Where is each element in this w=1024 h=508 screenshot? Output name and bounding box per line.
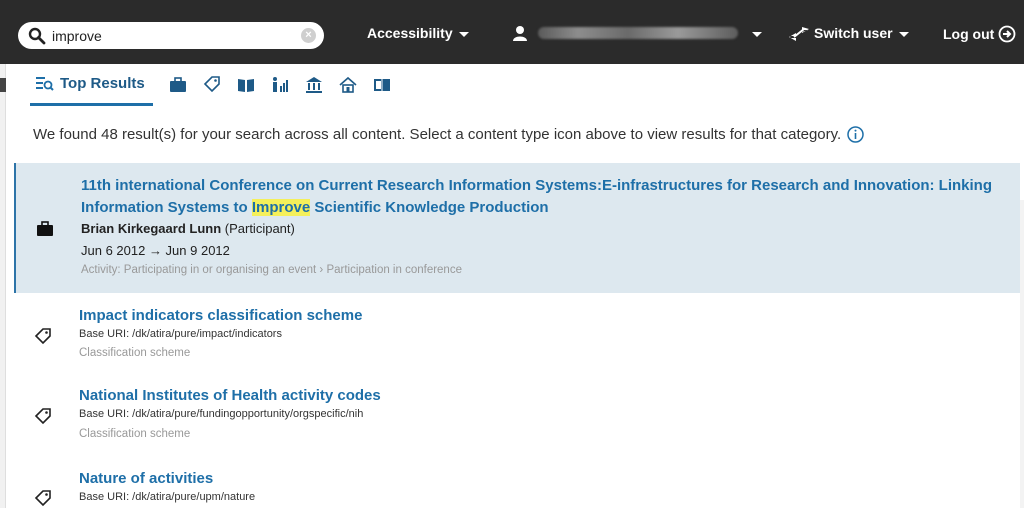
- person-chart-icon[interactable]: [271, 76, 289, 94]
- result-item[interactable]: Impact indicators classification scheme …: [14, 293, 1020, 373]
- log-out-button[interactable]: Log out: [943, 25, 1016, 43]
- result-type: Activity: Participating in or organising…: [81, 264, 462, 276]
- result-person: Brian Kirkegaard Lunn (Participant): [81, 221, 295, 236]
- left-edge-strip: [0, 64, 6, 508]
- search-box[interactable]: ×: [18, 22, 324, 49]
- person-role: (Participant): [224, 221, 295, 236]
- result-type: Classification scheme: [79, 428, 191, 440]
- book-icon[interactable]: [237, 76, 255, 94]
- user-menu[interactable]: [512, 25, 762, 41]
- result-dates: Jun 6 2012 → Jun 9 2012: [81, 243, 230, 258]
- scrollbar-track[interactable]: [1020, 200, 1024, 508]
- chevron-down-icon: [458, 32, 469, 37]
- open-book-icon[interactable]: [373, 76, 391, 94]
- list-search-icon: [36, 76, 54, 91]
- tag-icon: [34, 328, 51, 345]
- chevron-down-icon: [752, 32, 762, 37]
- user-icon: [513, 26, 527, 41]
- info-icon[interactable]: [847, 126, 864, 143]
- accessibility-label: Accessibility: [367, 25, 453, 41]
- result-title[interactable]: Nature of activities: [79, 468, 213, 490]
- switch-arrows-icon: [789, 27, 809, 41]
- result-uri: Base URI: /dk/atira/pure/upm/nature: [79, 491, 256, 503]
- logout-arrow-icon: [998, 25, 1016, 43]
- institution-icon[interactable]: [305, 76, 323, 94]
- result-title-line2-rest: Scientific Knowledge Production: [310, 199, 549, 216]
- search-input[interactable]: [52, 27, 282, 44]
- search-highlight: Improve: [251, 199, 311, 216]
- result-item[interactable]: Nature of activities Base URI: /dk/atira…: [14, 457, 1020, 508]
- home-icon[interactable]: [339, 76, 357, 94]
- search-icon[interactable]: [28, 27, 46, 45]
- result-uri: Base URI: /dk/atira/pure/fundingopportun…: [79, 408, 364, 420]
- result-item[interactable]: 11th international Conference on Current…: [14, 163, 1020, 293]
- tag-icon[interactable]: [203, 76, 221, 94]
- result-title[interactable]: Impact indicators classification scheme: [79, 305, 362, 327]
- switch-user-menu[interactable]: Switch user: [788, 25, 909, 41]
- clear-search-button[interactable]: ×: [301, 28, 316, 43]
- search-summary: We found 48 result(s) for your search ac…: [33, 126, 864, 143]
- tab-top-results[interactable]: Top Results: [30, 64, 153, 106]
- briefcase-icon[interactable]: [169, 76, 187, 94]
- result-title-line2: Information Systems to: [81, 199, 252, 216]
- top-bar: × Accessibility Switch user Log out: [0, 0, 1024, 64]
- log-out-label: Log out: [943, 26, 995, 42]
- search-summary-text: We found 48 result(s) for your search ac…: [33, 126, 842, 143]
- result-title[interactable]: National Institutes of Health activity c…: [79, 385, 381, 407]
- tag-icon: [34, 408, 51, 425]
- tab-top-results-label: Top Results: [60, 75, 145, 92]
- switch-user-label: Switch user: [814, 25, 893, 41]
- chevron-down-icon: [898, 32, 909, 37]
- briefcase-icon: [37, 221, 53, 236]
- result-item[interactable]: National Institutes of Health activity c…: [14, 373, 1020, 457]
- content-type-tabs: Top Results: [30, 64, 391, 106]
- result-type: Classification scheme: [79, 347, 191, 359]
- username-blurred: [538, 27, 738, 39]
- accessibility-menu[interactable]: Accessibility: [367, 25, 469, 41]
- tag-icon: [34, 490, 51, 507]
- result-uri: Base URI: /dk/atira/pure/impact/indicato…: [79, 328, 282, 340]
- person-name[interactable]: Brian Kirkegaard Lunn: [81, 221, 221, 236]
- result-title-line1: 11th international Conference on Current…: [81, 177, 993, 194]
- result-title[interactable]: 11th international Conference on Current…: [81, 175, 992, 219]
